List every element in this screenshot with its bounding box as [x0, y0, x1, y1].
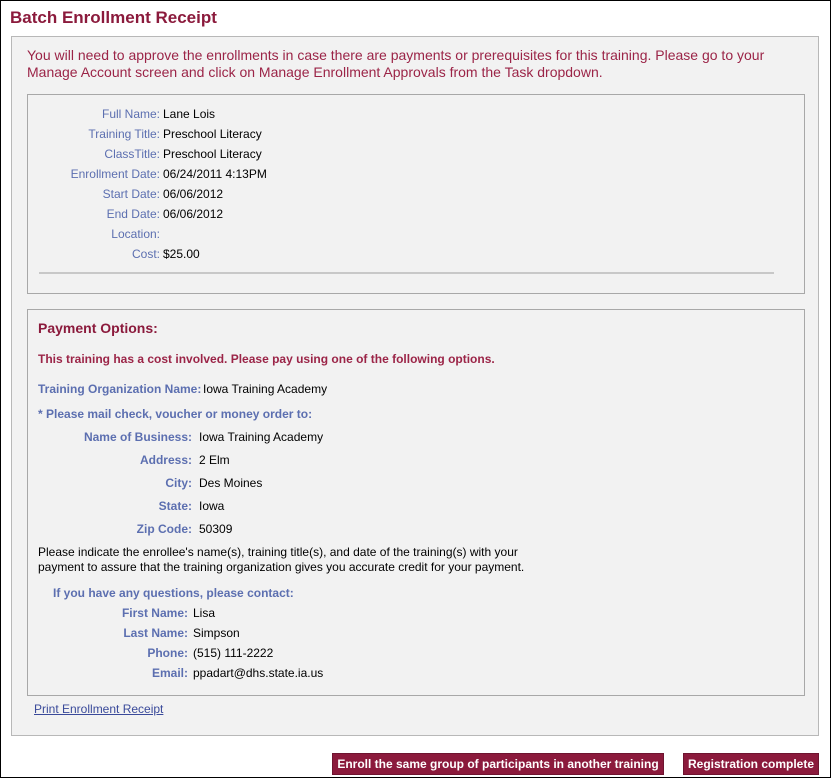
- detail-value: 06/06/2012: [163, 187, 224, 201]
- mail-value: Iowa: [199, 499, 225, 513]
- detail-label: ClassTitle:: [104, 147, 160, 161]
- enroll-another-training-button[interactable]: Enroll the same group of participants in…: [332, 753, 664, 775]
- detail-label: Cost:: [131, 247, 160, 261]
- contact-value: ppadart@dhs.state.ia.us: [193, 666, 324, 680]
- contact-label: First Name:: [121, 606, 188, 620]
- mail-label: State:: [158, 499, 192, 513]
- payment-options-title: Payment Options:: [38, 320, 158, 336]
- detail-value: $25.00: [163, 247, 200, 261]
- detail-label: Location:: [111, 227, 160, 241]
- detail-value: Preschool Literacy: [163, 127, 262, 141]
- organization-label: Training Organization Name:: [38, 382, 202, 396]
- contact-value: Lisa: [193, 606, 216, 620]
- contact-value: Simpson: [193, 626, 240, 640]
- mail-value: 2 Elm: [199, 453, 230, 467]
- detail-value: Preschool Literacy: [163, 147, 262, 161]
- mail-value: Iowa Training Academy: [199, 430, 324, 444]
- mail-label: City:: [165, 476, 192, 490]
- detail-label: Start Date:: [102, 187, 160, 201]
- enrollment-details-panel: Full Name: Lane Lois Training Title: Pre…: [27, 94, 805, 294]
- payment-indication-text: Please indicate the enrollee's name(s), …: [38, 545, 525, 574]
- contact-heading: If you have any questions, please contac…: [53, 586, 294, 600]
- detail-label: Full Name:: [101, 107, 160, 121]
- print-enrollment-receipt-link[interactable]: Print Enrollment Receipt: [34, 702, 163, 716]
- approval-notice: You will need to approve the enrollments…: [27, 47, 765, 80]
- mail-label: Name of Business:: [83, 430, 192, 444]
- contact-value: (515) 111-2222: [193, 646, 274, 660]
- detail-value: 06/24/2011 4:13PM: [163, 167, 267, 181]
- mail-value: 50309: [199, 522, 233, 536]
- contact-label: Email:: [151, 666, 188, 680]
- section-divider: [39, 272, 774, 274]
- payment-intro-text: This training has a cost involved. Pleas…: [38, 352, 495, 366]
- registration-complete-button[interactable]: Registration complete: [683, 753, 819, 775]
- detail-label: End Date:: [106, 207, 160, 221]
- detail-value: 06/06/2012: [163, 207, 224, 221]
- mail-label: Address:: [139, 453, 192, 467]
- detail-label: Training Title:: [88, 127, 160, 141]
- mail-instructions: * Please mail check, voucher or money or…: [38, 407, 313, 421]
- detail-value: Lane Lois: [163, 107, 216, 121]
- mail-label: Zip Code:: [136, 522, 192, 536]
- mail-value: Des Moines: [199, 476, 263, 490]
- page-title: Batch Enrollment Receipt: [10, 8, 217, 27]
- contact-label: Last Name:: [123, 626, 188, 640]
- organization-value: Iowa Training Academy: [203, 382, 328, 396]
- contact-label: Phone:: [147, 646, 188, 660]
- detail-label: Enrollment Date:: [70, 167, 160, 181]
- payment-options-panel: Payment Options: This training has a cos…: [27, 309, 805, 696]
